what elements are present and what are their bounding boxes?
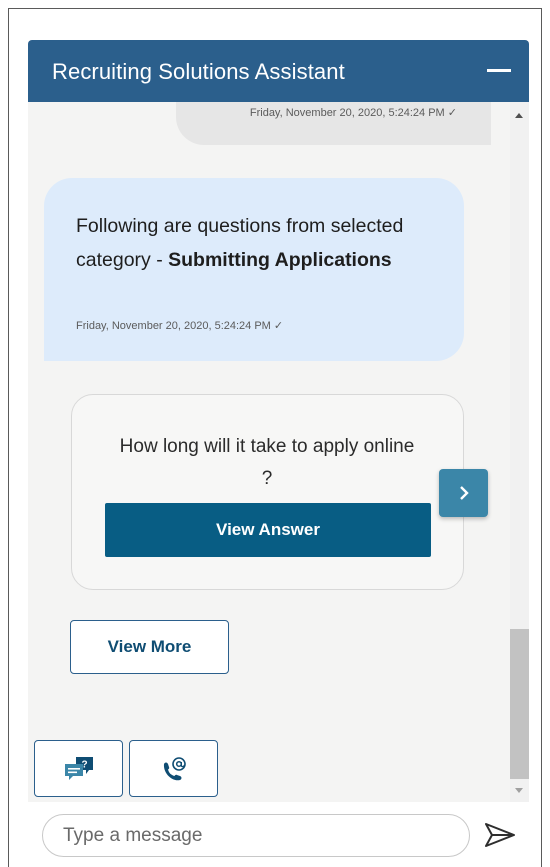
phone-email-icon xyxy=(163,756,186,780)
bot-message-text: Following are questions from selected ca… xyxy=(76,209,426,277)
scrollbar-thumb[interactable] xyxy=(510,629,529,779)
minimize-icon[interactable] xyxy=(487,69,511,72)
user-message-bubble: Friday, November 20, 2020, 5:24:24 PM ✓ xyxy=(176,102,491,145)
chat-title: Recruiting Solutions Assistant xyxy=(52,59,345,84)
bot-message-category: Submitting Applications xyxy=(168,249,392,271)
send-icon xyxy=(485,823,515,847)
message-input-container xyxy=(42,814,470,857)
message-input[interactable] xyxy=(63,823,453,849)
chat-scrollbar[interactable] xyxy=(510,102,529,802)
bot-message-bubble: Following are questions from selected ca… xyxy=(44,178,464,361)
faq-quick-button[interactable]: ? xyxy=(34,740,123,797)
chat-header: Recruiting Solutions Assistant xyxy=(28,40,529,102)
view-more-button[interactable]: View More xyxy=(70,620,229,674)
faq-question-text: How long will it take to apply online ? xyxy=(119,436,415,489)
question-chat-icon: ? xyxy=(64,756,93,780)
faq-question-card: How long will it take to apply online ? … xyxy=(71,394,464,590)
scroll-up-arrow-icon[interactable] xyxy=(515,113,523,118)
chevron-right-icon xyxy=(459,486,469,500)
view-answer-button[interactable]: View Answer xyxy=(105,503,431,557)
scroll-down-arrow-icon[interactable] xyxy=(515,788,523,793)
bot-message-timestamp: Friday, November 20, 2020, 5:24:24 PM ✓ xyxy=(76,320,284,332)
carousel-next-button[interactable] xyxy=(439,469,488,517)
user-message-timestamp: Friday, November 20, 2020, 5:24:24 PM ✓ xyxy=(249,107,457,119)
contact-quick-button[interactable] xyxy=(129,740,218,797)
send-button[interactable] xyxy=(483,820,517,850)
